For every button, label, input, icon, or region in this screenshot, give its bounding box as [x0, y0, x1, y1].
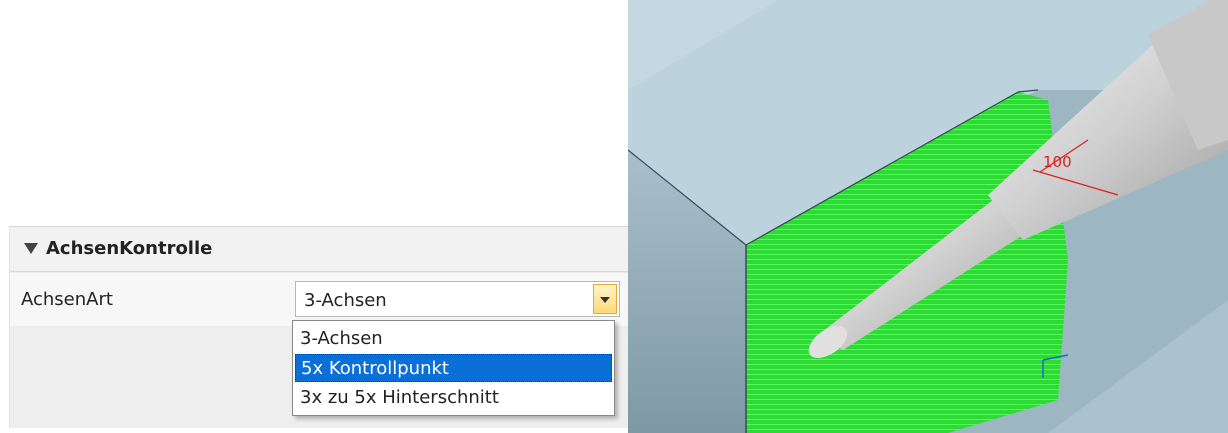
- chevron-down-icon: [600, 297, 610, 303]
- screenshot-root: AchsenKontrolle AchsenArt 3-Achsen 3-Ach…: [0, 0, 1228, 433]
- collapse-triangle-icon[interactable]: [24, 243, 38, 254]
- dropdown-option-3-achsen[interactable]: 3-Achsen: [295, 325, 612, 353]
- annotation-label: 100: [1043, 153, 1072, 171]
- property-label: AchsenArt: [21, 289, 113, 310]
- dropdown-button[interactable]: [593, 284, 617, 314]
- dropdown-list: 3-Achsen 5x Kontrollpunkt 3x zu 5x Hinte…: [292, 320, 615, 416]
- dropdown-option-3x-zu-5x-hinterschnitt[interactable]: 3x zu 5x Hinterschnitt: [295, 384, 612, 412]
- property-row-achsenart[interactable]: AchsenArt 3-Achsen: [10, 273, 629, 326]
- combobox-value: 3-Achsen: [304, 290, 387, 311]
- property-panel: AchsenKontrolle AchsenArt 3-Achsen 3-Ach…: [0, 0, 629, 433]
- achsenart-combobox[interactable]: 3-Achsen: [295, 281, 620, 317]
- category-title: AchsenKontrolle: [46, 238, 213, 259]
- dropdown-option-5x-kontrollpunkt[interactable]: 5x Kontrollpunkt: [295, 354, 612, 382]
- category-header-achsenkontrolle[interactable]: AchsenKontrolle: [10, 227, 629, 272]
- viewport-scene: 100: [628, 0, 1228, 433]
- 3d-viewport[interactable]: 100: [628, 0, 1228, 433]
